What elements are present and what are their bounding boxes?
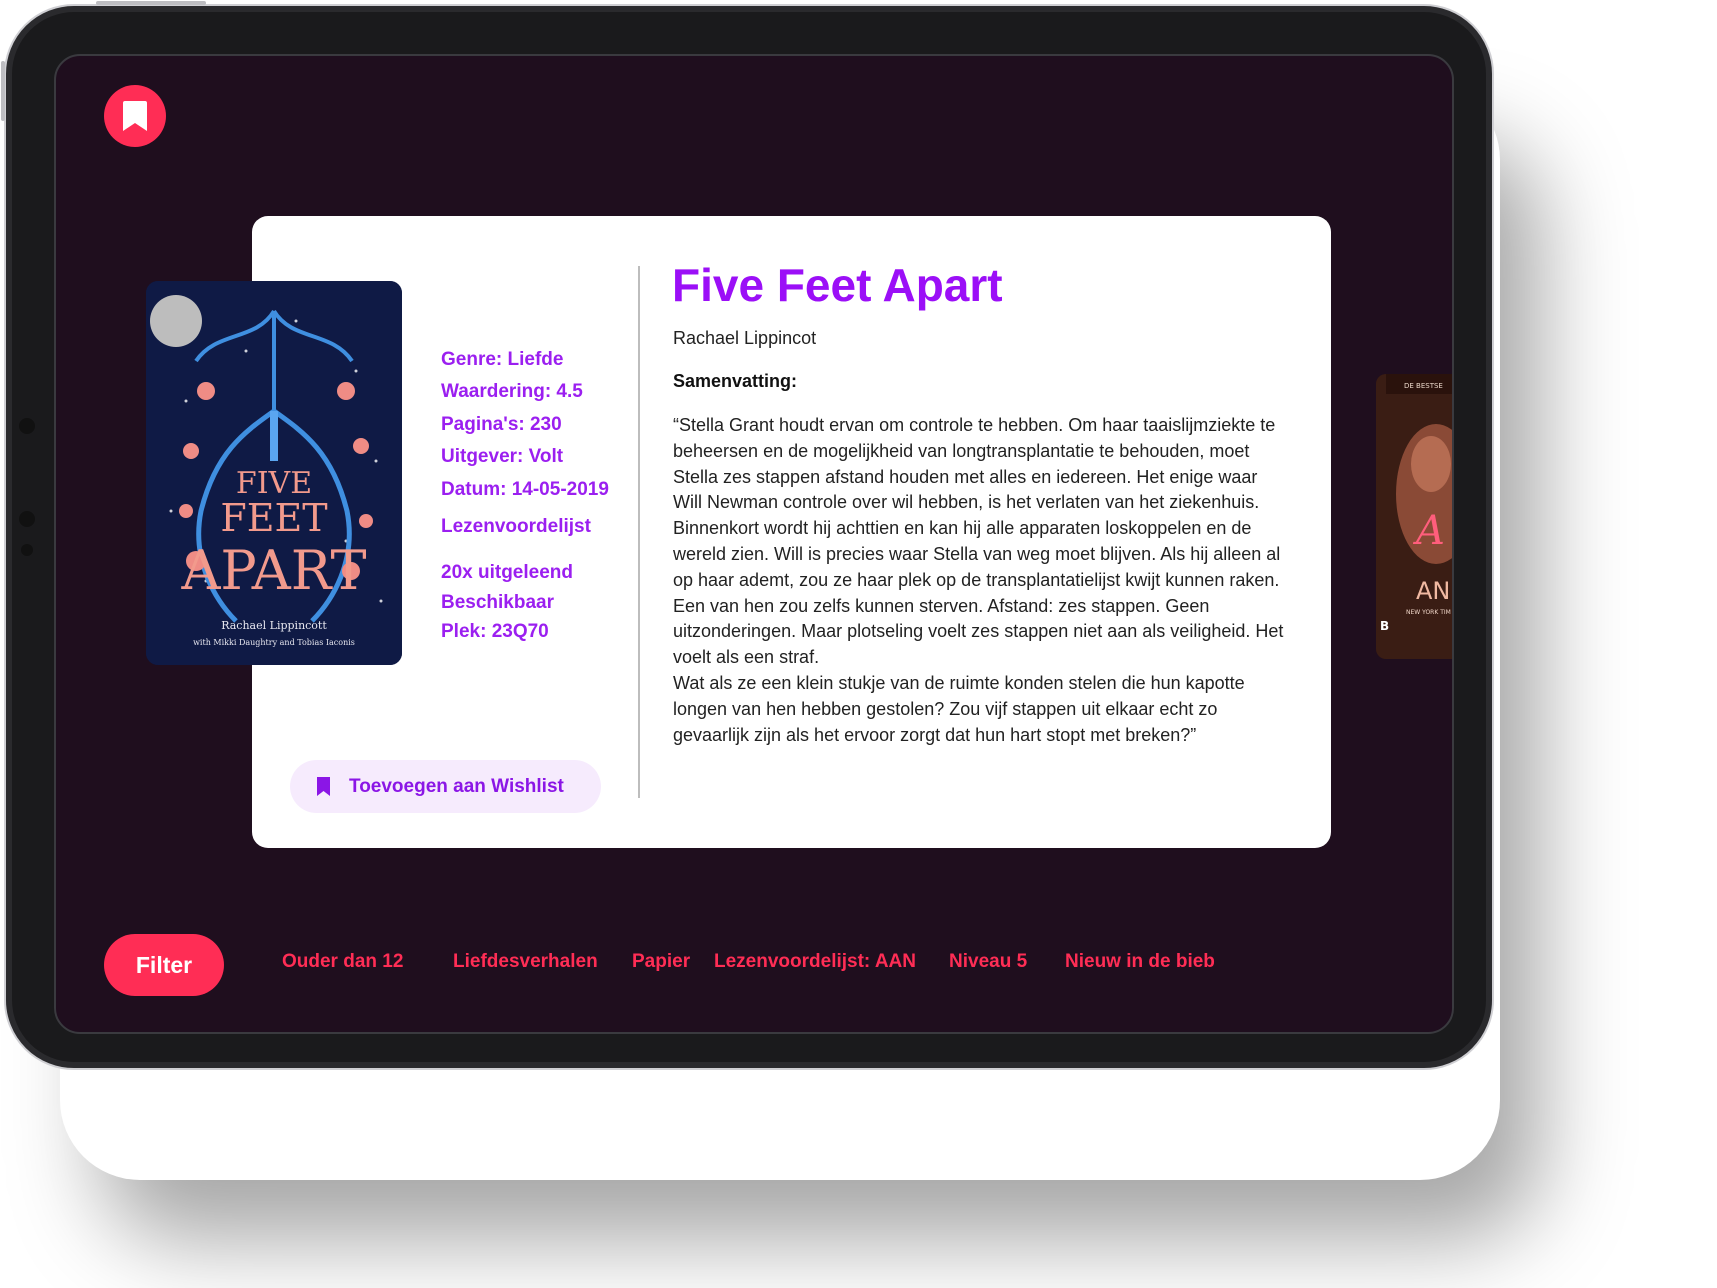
cover-artwork: FIVE FEET APART Rachael Lippincott with … <box>146 281 402 665</box>
top-button <box>96 1 206 5</box>
summary-label: Samenvatting: <box>673 371 798 391</box>
cover-author: Rachael Lippincott <box>221 619 327 632</box>
cover-coauthors: with Mikki Daughtry and Tobias Iaconis <box>193 638 355 647</box>
genre: Genre: Liefde <box>441 349 564 370</box>
app-screen: Genre: Liefde Waardering: 4.5 Pagina's: … <box>54 54 1454 1034</box>
rating: Waardering: 4.5 <box>441 381 583 402</box>
filter-chip-age[interactable]: Ouder dan 12 <box>282 951 403 973</box>
availability: Beschikbaar <box>441 592 555 613</box>
filter-chip-genre[interactable]: Liefdesverhalen <box>453 951 598 973</box>
sensor-dot <box>19 418 35 434</box>
book-author: Rachael Lippincot <box>673 328 817 348</box>
next-cover-artwork: DE BESTSE A ANN NEW YORK TIM B <box>1376 374 1452 659</box>
side-button <box>1 61 5 121</box>
bookmark-icon <box>316 777 331 796</box>
pages: Pagina's: 230 <box>441 414 562 435</box>
cover-title-2: FEET <box>220 496 327 540</box>
next-cover-sub: NEW YORK TIM <box>1406 609 1451 616</box>
filter-chip-level[interactable]: Niveau 5 <box>949 951 1027 973</box>
filter-chip-new[interactable]: Nieuw in de bieb <box>1065 951 1215 973</box>
divider <box>638 266 640 798</box>
filter-button[interactable]: Filter <box>104 934 224 996</box>
release-date: Datum: 14-05-2019 <box>441 479 609 500</box>
book-cover: FIVE FEET APART Rachael Lippincott with … <box>146 281 402 665</box>
book-summary: “Stella Grant houdt ervan om controle te… <box>673 415 1284 745</box>
wishlist-label: Toevoegen aan Wishlist <box>349 775 564 797</box>
sensor-dot <box>21 544 33 556</box>
publisher: Uitgever: Volt <box>441 446 564 467</box>
add-to-wishlist-button[interactable]: Toevoegen aan Wishlist <box>290 760 601 813</box>
app-logo[interactable] <box>104 85 166 147</box>
reading-list[interactable]: Lezenvoordelijst <box>441 516 591 538</box>
next-cover-letter: A <box>1412 508 1445 554</box>
next-book-cover[interactable]: DE BESTSE A ANN NEW YORK TIM B <box>1376 374 1452 659</box>
bookmark-icon <box>123 101 147 131</box>
loan-count: 20x uitgeleend <box>441 562 573 583</box>
shelf-location: Plek: 23Q70 <box>441 621 549 642</box>
next-cover-name: ANN <box>1416 577 1452 605</box>
book-title: Five Feet Apart <box>672 259 1003 311</box>
filter-chip-list[interactable]: Lezenvoordelijst: AAN <box>714 951 916 973</box>
camera-lens <box>19 511 35 527</box>
tablet-frame: Genre: Liefde Waardering: 4.5 Pagina's: … <box>1 1 1494 1070</box>
book-detail-card: Genre: Liefde Waardering: 4.5 Pagina's: … <box>252 216 1331 848</box>
cover-title-3: APART <box>180 539 366 602</box>
next-cover-banner: DE BESTSE <box>1404 382 1443 390</box>
next-cover-mark: B <box>1380 619 1389 633</box>
filter-chip-format[interactable]: Papier <box>632 951 690 973</box>
